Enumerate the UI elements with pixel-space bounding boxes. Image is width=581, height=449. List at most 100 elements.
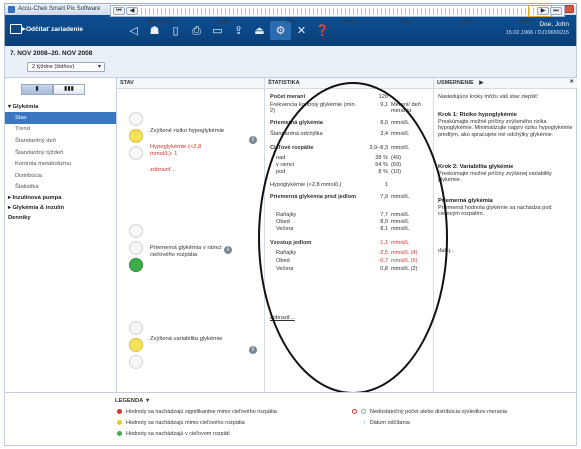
statistics-header: ŠTATISTIKA	[265, 78, 433, 89]
timeline-prev-button[interactable]: ◀	[126, 7, 138, 15]
step2-text: Preskúmajte možné príčiny zvýšenej varia…	[438, 170, 552, 184]
statistics-value: 8,1	[380, 226, 388, 232]
light-off	[129, 321, 143, 335]
info-icon[interactable]: i	[249, 136, 257, 144]
statistics-label: pod	[276, 169, 286, 175]
recommendation-step2: Krok 2: Variabilita glykémie Preskúmajte…	[438, 164, 573, 184]
nav-item-stav[interactable]: Stav	[5, 112, 116, 124]
step1-text: Preskúmajte možné príčiny zvýšeného rizi…	[438, 118, 573, 138]
statistics-value: 8,0	[380, 120, 388, 126]
period-select[interactable]: 2 týždne (štdňov)	[27, 62, 105, 72]
step1-title: Krok 1: Riziko hypoglykémie	[438, 112, 517, 118]
statistics-show-link-label: zobraziť...	[270, 315, 295, 321]
mean-glycemia-title: Priemerná glykémia	[438, 198, 493, 204]
nav-group-glycemia-insulin[interactable]: ▸ Glykémia & inzulín	[5, 203, 116, 213]
timeline-last-button[interactable]: ⏭	[550, 7, 562, 15]
nav-group-logbooks[interactable]: Denníky	[5, 213, 116, 223]
info-icon[interactable]: i	[249, 346, 257, 354]
statistics-unit: (49)	[391, 155, 401, 161]
red-dot-icon	[117, 409, 122, 414]
legend-item-green: Hodnoty sa nachádzajú v cieľovom rozpätí	[117, 431, 230, 437]
nav-item-distribution[interactable]: Distribúcia	[5, 170, 116, 182]
statistics-label: Frekvencia kontroly glykémie (min. 2)	[270, 102, 357, 114]
light-off	[129, 241, 143, 255]
nav-item-metabolic-control[interactable]: Kontrola metabolizmu	[5, 158, 116, 170]
timeline-next-button[interactable]: ▶	[537, 7, 549, 15]
statistics-value: 128	[378, 94, 388, 100]
statistics-value: 1	[384, 182, 388, 188]
statistics-value: 3,9–8,3	[369, 145, 388, 151]
statistics-unit: (69)	[391, 162, 401, 168]
hypo-risk-detail: Hypoglykémie (<2,8 mmol/L): 1	[150, 144, 202, 157]
multi-view-button[interactable]: ▮▮▮	[53, 84, 85, 95]
nav-item-trend[interactable]: Trend	[5, 124, 116, 136]
mean-glucose-title: Priemerná glykémia v rámci cieľového roz…	[150, 245, 222, 258]
statistics-label: Vzostup jedlom	[270, 240, 312, 246]
statistics-value: 7,7	[380, 212, 388, 218]
nav-item-standard-day[interactable]: Štandardný deň	[5, 135, 116, 147]
nav-item-statistics[interactable]: Štatistika	[5, 182, 116, 194]
sidebar: ▮ ▮▮▮ ▾ Glykémia Stav Trend Štandardný d…	[4, 78, 117, 392]
timeline[interactable]: ⏮ ◀ ▶ ⏭	[110, 5, 565, 17]
statistics-pane: ŠTATISTIKA Počet meraní 128 Frekvencia kon…	[265, 78, 434, 392]
legend-item-yellow-label: Hodnoty sa nachádzajú mimo cieľového roz…	[126, 420, 245, 426]
green-dot-icon	[117, 431, 122, 436]
legend-item-red: Hodnoty sa nachádzajú signifikantne mimo…	[117, 409, 277, 415]
red-ring-icon	[352, 409, 357, 414]
statistics-label: Priemerná glykémia	[270, 120, 323, 126]
light-green	[129, 258, 143, 272]
statistics-unit: mmol/L	[391, 212, 410, 218]
expand-arrow-icon[interactable]: ▶	[479, 80, 483, 86]
info-icon[interactable]: i	[224, 246, 232, 254]
status-pane: STAV Zvýšené riziko hypoglykémie Hypogly…	[117, 78, 265, 392]
report-area: STAV Zvýšené riziko hypoglykémie Hypogly…	[117, 78, 577, 392]
statistics-label: Cieľové rozpätie	[270, 145, 314, 151]
statistics-value: 9,1	[380, 102, 388, 108]
legend-item-yellow: Hodnoty sa nachádzajú mimo cieľového roz…	[117, 420, 245, 426]
statistics-label: Priemerná glykémia pred jedlom	[270, 194, 357, 200]
month-label: JÚL	[286, 19, 296, 25]
legend-item-insufficient: Nedostatočný počet alebo distribúcia výs…	[352, 409, 507, 415]
nav-item-standard-week[interactable]: Štandardný týždeň	[5, 147, 116, 159]
hypo-show-link[interactable]: zobraziť...	[150, 167, 240, 174]
read-device-button[interactable]: Odčítať zariadenie	[10, 24, 83, 34]
statistics-label: Raňajky	[276, 212, 297, 218]
statistics-unit: mmol/L (5)	[391, 258, 418, 264]
chevron-down-icon: ▼	[144, 398, 151, 404]
legend-item-red-label: Hodnoty sa nachádzajú signifikantne mimo…	[126, 409, 277, 415]
statistics-label: nad	[276, 155, 286, 161]
month-label: AUG	[343, 19, 355, 25]
statistics-unit: mmol/L	[391, 219, 410, 225]
statistics-unit: mmol/L	[391, 240, 410, 246]
statistics-value: 0,8	[380, 266, 388, 272]
timeline-first-button[interactable]: ⏮	[113, 7, 125, 15]
statistics-value: -1,1	[378, 240, 388, 246]
statistics-unit: mmol/L (4)	[391, 250, 418, 256]
legend-item-green-label: Hodnoty sa nachádzajú v cieľovom rozpätí	[126, 431, 230, 437]
statistics-label: v rámci	[276, 162, 295, 168]
view-toggle: ▮ ▮▮▮	[21, 84, 85, 95]
statistics-unit: mmol/L	[391, 226, 410, 232]
month-label: MÁJ 2008	[147, 19, 172, 25]
recommendation-intro: Nasledujúce kroky môžu váš stav zlepšiť:	[438, 94, 539, 100]
sidebar-nav: ▾ Glykémia Stav Trend Štandardný deň Šta…	[5, 102, 116, 223]
month-label: NOV	[519, 19, 531, 25]
statistics-label: Štandardná odchýlka	[270, 131, 323, 137]
nav-group-insulin-pump[interactable]: ▸ Inzulínová pumpa	[5, 193, 116, 203]
nav-group-glykemia[interactable]: ▾ Glykémia	[5, 102, 116, 112]
statistics-label: Obed	[276, 219, 290, 225]
recommendation-header-label: USMERNENIE	[437, 80, 474, 86]
legend-header[interactable]: LEGENDA ▼	[115, 398, 151, 404]
legend-item-read-date: ↑ Dátum odčítania	[363, 420, 410, 426]
recommendation-step1: Krok 1: Riziko hypoglykémie Preskúmajte …	[438, 112, 573, 138]
recommendation-header: USMERNENIE ▶ ✕	[434, 78, 577, 89]
statistics-unit: mmol/L	[391, 194, 410, 200]
step2-title: Krok 2: Variabilita glykémie	[438, 164, 514, 170]
close-icon[interactable]: ✕	[569, 79, 574, 85]
light-off	[129, 112, 143, 126]
recommendation-more-link[interactable]: ďalej...	[438, 248, 573, 255]
patient-id: 15.02.1966 / DJ19669215	[505, 30, 569, 36]
period-bar: 7. NOV 2008–20. NOV 2008 2 týždne (štdňo…	[4, 46, 577, 78]
single-view-button[interactable]: ▮	[21, 84, 53, 95]
timeline-months: MÁJ 2008 JÚN JÚL AUG SEP OKT NOV	[110, 19, 565, 28]
